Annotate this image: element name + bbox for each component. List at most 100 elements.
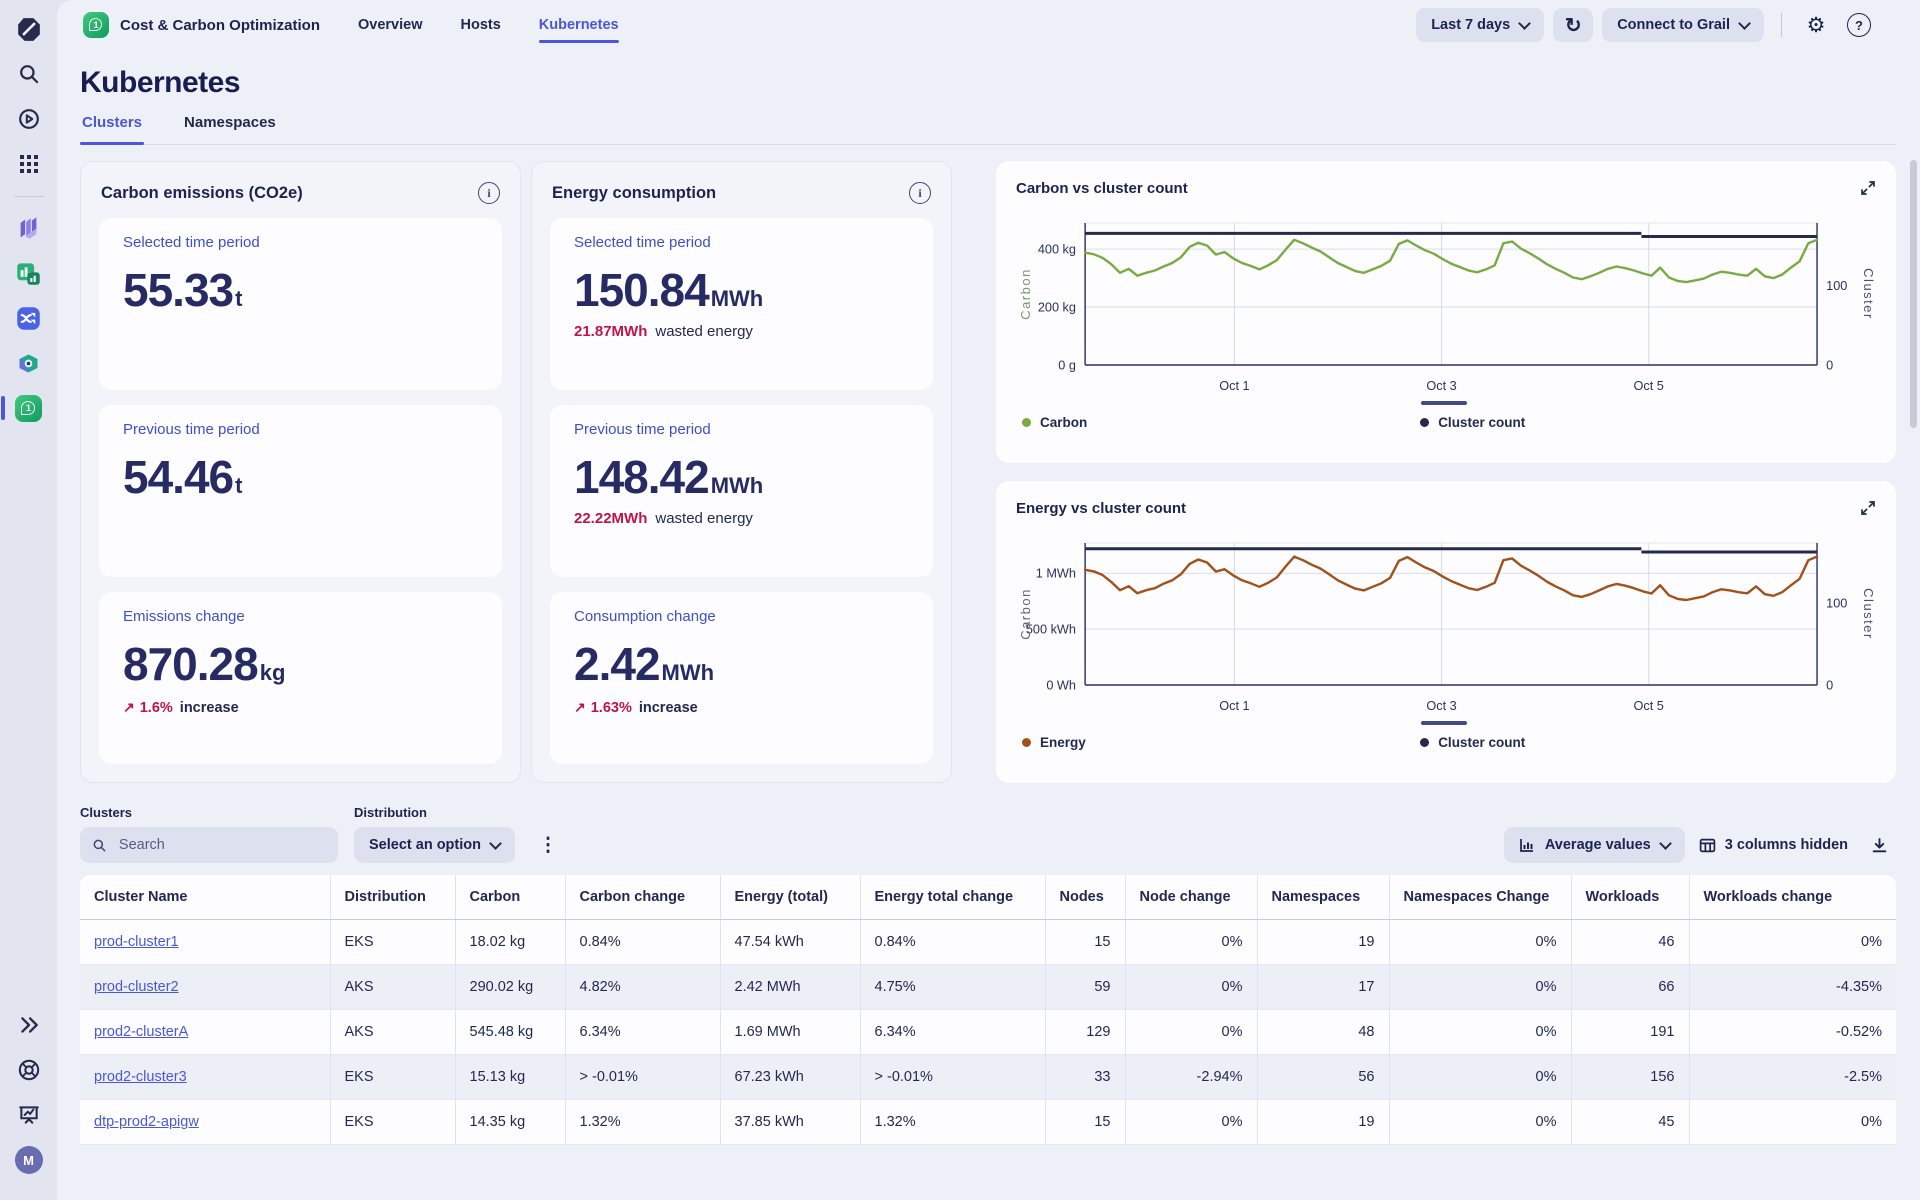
table-row: prod-cluster2AKS290.02 kg4.82%2.42 MWh4.… (80, 965, 1896, 1010)
lifebuoy-icon (17, 1058, 41, 1082)
info-icon[interactable] (909, 182, 931, 204)
legend-dot (1420, 418, 1429, 427)
sidebar-item-cost-carbon-app[interactable] (10, 389, 48, 427)
download-icon (1871, 837, 1888, 854)
carbon-vs-cluster-chart-card: Carbon vs cluster count 0 g200 kg400 kg0… (996, 161, 1896, 463)
more-filters-button[interactable] (531, 827, 565, 863)
help-button[interactable] (10, 1051, 48, 1089)
table-cell: AKS (330, 965, 455, 1010)
double-chevron-right-icon (18, 1014, 40, 1036)
clusters-table-body: prod-cluster1EKS18.02 kg0.84%47.54 kWh0.… (80, 920, 1896, 1145)
legend-item[interactable]: Cluster count (1420, 415, 1525, 430)
sidebar-item-clouds-app[interactable] (10, 344, 48, 382)
selected-period-tile: Selected time period 55.33t (99, 218, 502, 390)
search-button[interactable] (10, 55, 48, 93)
tab-namespaces[interactable]: Namespaces (182, 104, 278, 144)
column-header[interactable]: Energy (total) (720, 875, 860, 920)
cluster-name-cell: prod2-cluster3 (80, 1055, 330, 1100)
expand-sidebar-button[interactable] (10, 1006, 48, 1044)
sidebar-item-dashboards-app[interactable] (10, 254, 48, 292)
chart-horizontal-scrollbar[interactable] (1421, 401, 1467, 405)
time-range-selector[interactable]: Last 7 days (1416, 8, 1544, 42)
legend-dot (1022, 738, 1031, 747)
dynatrace-logo[interactable] (10, 10, 48, 48)
column-header[interactable]: Node change (1125, 875, 1257, 920)
column-header[interactable]: Namespaces (1257, 875, 1389, 920)
y-axis-tick: 400 kg (1038, 243, 1076, 257)
app-chip[interactable]: Cost & Carbon Optimization (83, 12, 320, 38)
legend-item[interactable]: Carbon (1022, 415, 1087, 430)
expand-icon[interactable] (1860, 180, 1876, 196)
x-axis-tick: Oct 1 (1219, 379, 1249, 393)
download-button[interactable] (1862, 828, 1896, 862)
y2-axis-tick: 100 (1826, 597, 1847, 611)
clusters-table: Cluster NameDistributionCarbonCarbon cha… (80, 875, 1896, 1145)
tab-clusters[interactable]: Clusters (80, 104, 144, 144)
column-header[interactable]: Workloads change (1689, 875, 1896, 920)
legend-label: Carbon (1040, 415, 1087, 430)
table-cell: 0% (1389, 1010, 1571, 1055)
sidebar-item-workflows-app[interactable] (10, 299, 48, 337)
table-cell: 0% (1389, 1055, 1571, 1100)
y-axis-tick: 0 Wh (1046, 679, 1076, 693)
column-header[interactable]: Carbon change (565, 875, 720, 920)
x-axis-tick: Oct 5 (1634, 379, 1664, 393)
column-header[interactable]: Carbon (455, 875, 565, 920)
search-input[interactable] (117, 836, 326, 854)
tile-unit: MWh (711, 286, 764, 311)
tile-label: Selected time period (574, 234, 909, 251)
vertical-scrollbar[interactable] (1910, 160, 1917, 428)
settings-button[interactable] (1799, 8, 1833, 42)
refresh-button[interactable] (1553, 8, 1593, 42)
charts-column: Carbon vs cluster count 0 g200 kg400 kg0… (996, 161, 1896, 783)
search-icon (92, 837, 107, 854)
whats-new-button[interactable] (10, 1096, 48, 1134)
legend-item[interactable]: Energy (1022, 735, 1086, 750)
expand-icon[interactable] (1860, 500, 1876, 516)
nav-tab-overview[interactable]: Overview (358, 0, 423, 50)
y2-axis-tick: 0 (1826, 679, 1833, 693)
table-cell: 0% (1389, 965, 1571, 1010)
help-menu-button[interactable] (1842, 8, 1876, 42)
table-row: prod-cluster1EKS18.02 kg0.84%47.54 kWh0.… (80, 920, 1896, 965)
value-mode-select[interactable]: Average values (1504, 827, 1685, 863)
cluster-link[interactable]: dtp-prod2-apigw (94, 1114, 199, 1130)
cluster-search[interactable] (80, 827, 338, 863)
info-icon[interactable] (478, 182, 500, 204)
sidebar-item-infrastructure-app[interactable] (10, 209, 48, 247)
cost-carbon-app-icon (15, 395, 42, 422)
column-header[interactable]: Nodes (1045, 875, 1125, 920)
consumption-change-tile: Consumption change 2.42MWh 1.63%increase (550, 592, 933, 764)
delta-percent: 1.63% (591, 700, 632, 716)
all-apps-button[interactable] (10, 145, 48, 183)
cluster-link[interactable]: prod2-clusterA (94, 1024, 188, 1040)
bar-chart-app-icon (15, 260, 42, 287)
cluster-link[interactable]: prod-cluster2 (94, 979, 179, 995)
series-line (1085, 240, 1817, 282)
y2-axis-tick: 0 (1826, 359, 1833, 373)
topbar: Cost & Carbon Optimization Overview Host… (57, 0, 1920, 50)
columns-hidden-button[interactable]: 3 columns hidden (1699, 837, 1848, 854)
cluster-link[interactable]: prod2-cluster3 (94, 1069, 187, 1085)
column-header[interactable]: Distribution (330, 875, 455, 920)
columns-hidden-label: 3 columns hidden (1725, 837, 1848, 853)
distribution-select[interactable]: Select an option (354, 827, 515, 863)
table-cell: 6.34% (860, 1010, 1045, 1055)
energy-consumption-card: Energy consumption Selected time period … (531, 161, 952, 783)
column-header[interactable]: Cluster Name (80, 875, 330, 920)
chart-horizontal-scrollbar[interactable] (1421, 721, 1467, 725)
playgrounds-button[interactable] (10, 100, 48, 138)
column-header[interactable]: Workloads (1571, 875, 1689, 920)
table-columns-icon (1699, 837, 1716, 854)
nav-tab-hosts[interactable]: Hosts (461, 0, 501, 50)
legend-item[interactable]: Cluster count (1420, 735, 1525, 750)
gear-icon (1807, 13, 1826, 38)
connect-to-grail-button[interactable]: Connect to Grail (1602, 8, 1764, 42)
cluster-link[interactable]: prod-cluster1 (94, 934, 179, 950)
nav-tab-kubernetes[interactable]: Kubernetes (539, 0, 619, 50)
table-cell: 4.75% (860, 965, 1045, 1010)
column-header[interactable]: Energy total change (860, 875, 1045, 920)
column-header[interactable]: Namespaces Change (1389, 875, 1571, 920)
y-axis-title: Carbon (1018, 588, 1033, 640)
user-menu-button[interactable]: M (10, 1141, 48, 1179)
